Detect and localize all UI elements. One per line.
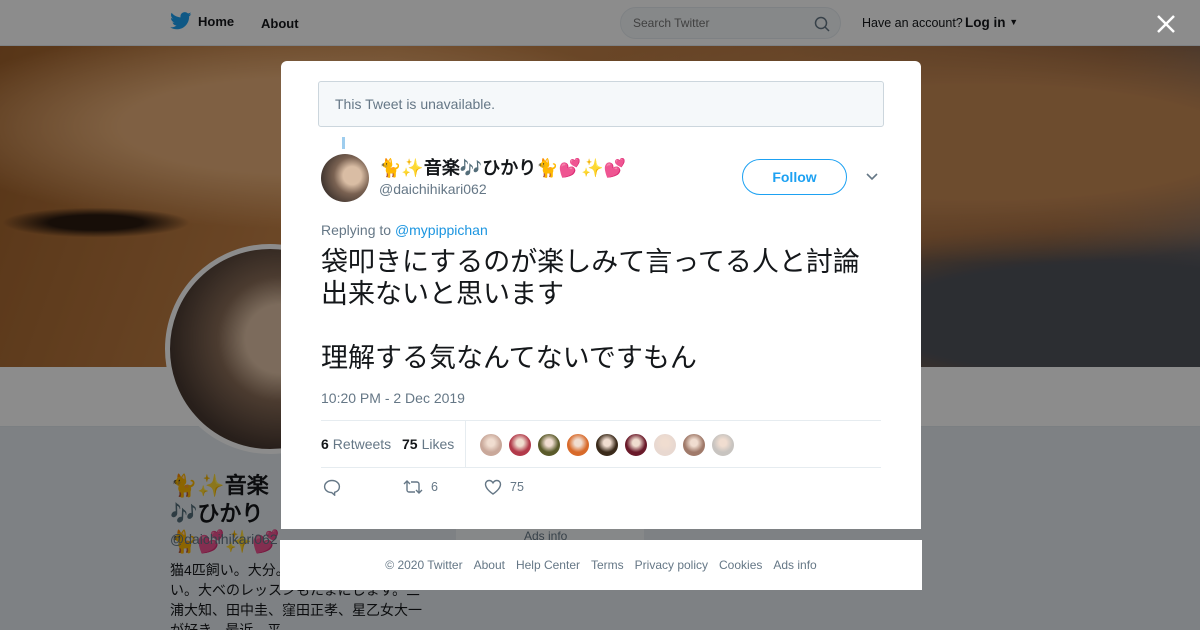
tweet-text: 袋叩きにするのが楽しみて言ってる人と討論出来ないと思います 理解する気なんてない… — [321, 247, 886, 407]
close-icon[interactable] — [1154, 12, 1178, 36]
liker-avatar[interactable] — [682, 433, 706, 457]
tweet-stats: 6 Retweets 75 Likes — [321, 420, 881, 468]
footer-link[interactable]: Cookies — [719, 558, 762, 572]
follow-button[interactable]: Follow — [742, 159, 847, 195]
liker-avatar[interactable] — [595, 433, 619, 457]
likes-stat[interactable]: 75 Likes — [402, 436, 454, 452]
like-count: 75 — [510, 480, 524, 494]
tweet-unavailable-notice: This Tweet is unavailable. — [318, 81, 884, 127]
stats-divider — [465, 421, 466, 467]
liker-avatar[interactable] — [479, 433, 503, 457]
tweet-timestamp[interactable]: 10:20 PM - 2 Dec 2019 — [321, 390, 465, 406]
replying-to: Replying to @mypippichan — [321, 222, 488, 238]
footer-copyright: © 2020 Twitter — [385, 558, 463, 572]
like-button[interactable]: 75 — [484, 479, 524, 495]
retweet-button[interactable]: 6 — [403, 479, 438, 495]
tweet-author-handle[interactable]: @daichihikari062 — [379, 181, 487, 197]
replying-to-link[interactable]: @mypippichan — [395, 222, 488, 238]
footer-link[interactable]: Ads info — [773, 558, 816, 572]
tweet-author-avatar[interactable] — [321, 154, 369, 202]
footer-link[interactable]: About — [474, 558, 505, 572]
likes-count: 75 — [402, 436, 418, 452]
tweet-modal: This Tweet is unavailable. 🐈✨音楽🎶ひかり🐈💕✨💕 … — [281, 61, 921, 529]
likes-label: Likes — [421, 436, 455, 452]
footer-link[interactable]: Help Center — [516, 558, 580, 572]
retweets-count: 6 — [321, 436, 329, 452]
footer-link[interactable]: Privacy policy — [635, 558, 708, 572]
liker-avatar[interactable] — [508, 433, 532, 457]
footer-link[interactable]: Terms — [591, 558, 624, 572]
liker-avatar[interactable] — [537, 433, 561, 457]
liker-avatar[interactable] — [624, 433, 648, 457]
reply-button[interactable] — [323, 479, 341, 496]
liker-avatar[interactable] — [653, 433, 677, 457]
tweet-author-name[interactable]: 🐈✨音楽🎶ひかり🐈💕✨💕 — [379, 154, 626, 180]
liker-avatar[interactable] — [711, 433, 735, 457]
tweet-text-paragraph: 理解する気なんてないですもん — [321, 343, 697, 374]
heart-icon — [484, 479, 502, 495]
thread-connector-line — [342, 137, 345, 149]
retweet-icon — [403, 480, 423, 494]
retweets-stat[interactable]: 6 Retweets — [321, 436, 391, 452]
footer: © 2020 Twitter About Help Center Terms Priva… — [280, 540, 922, 590]
liker-avatar[interactable] — [566, 433, 590, 457]
retweet-count: 6 — [431, 480, 438, 494]
tweet-text-paragraph: 袋叩きにするのが楽しみて言ってる人と討論出来ないと思います — [321, 247, 860, 310]
replying-prefix: Replying to — [321, 222, 392, 238]
liker-avatars — [479, 433, 735, 457]
reply-icon — [323, 479, 341, 496]
retweets-label: Retweets — [332, 436, 392, 452]
tweet-actions: 6 75 — [321, 479, 621, 503]
chevron-down-icon[interactable] — [865, 172, 879, 182]
